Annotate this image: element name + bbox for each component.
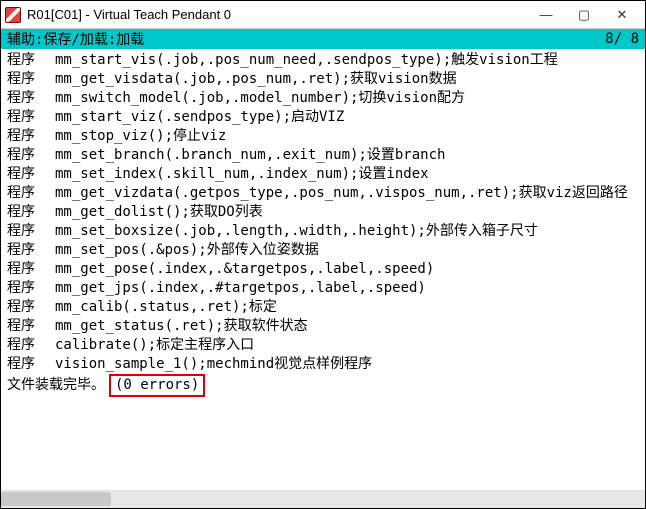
code-line[interactable]: 程序mm_get_status(.ret);获取软件状态 — [7, 317, 639, 336]
code-line[interactable]: 程序mm_get_jps(.index,.#targetpos,.label,.… — [7, 279, 639, 298]
line-tag: 程序 — [7, 165, 55, 184]
line-tag: 程序 — [7, 260, 55, 279]
code-line[interactable]: 程序mm_set_index(.skill_num,.index_num);设置… — [7, 165, 639, 184]
line-tag: 程序 — [7, 51, 55, 70]
app-icon — [5, 7, 21, 23]
line-tag: 程序 — [7, 241, 55, 260]
line-content: mm_stop_viz();停止viz — [55, 127, 226, 146]
code-line[interactable]: 程序calibrate();标定主程序入口 — [7, 336, 639, 355]
window-title: R01[C01] - Virtual Teach Pendant 0 — [27, 7, 527, 22]
line-content: mm_set_branch(.branch_num,.exit_num);设置b… — [55, 146, 445, 165]
line-tag: 程序 — [7, 203, 55, 222]
line-content: mm_set_index(.skill_num,.index_num);设置in… — [55, 165, 429, 184]
code-area[interactable]: 程序mm_start_vis(.job,.pos_num_need,.sendp… — [1, 49, 645, 490]
line-tag: 程序 — [7, 89, 55, 108]
line-tag: 程序 — [7, 222, 55, 241]
line-content: mm_get_dolist();获取DO列表 — [55, 203, 263, 222]
line-tag: 程序 — [7, 108, 55, 127]
line-tag: 程序 — [7, 70, 55, 89]
status-bar: 辅助:保存/加载:加载 8/ 8 — [1, 29, 645, 49]
app-window: R01[C01] - Virtual Teach Pendant 0 — ▢ ✕… — [0, 0, 646, 509]
line-tag: 程序 — [7, 279, 55, 298]
line-tag: 程序 — [7, 298, 55, 317]
code-line[interactable]: 程序mm_stop_viz();停止viz — [7, 127, 639, 146]
line-tag: 程序 — [7, 317, 55, 336]
code-line[interactable]: 程序mm_set_boxsize(.job,.length,.width,.he… — [7, 222, 639, 241]
status-text: 辅助:保存/加载:加载 — [7, 29, 605, 49]
code-line[interactable]: 程序mm_get_dolist();获取DO列表 — [7, 203, 639, 222]
close-button[interactable]: ✕ — [603, 3, 641, 27]
line-content: mm_get_pose(.index,.&targetpos,.label,.s… — [55, 260, 434, 279]
code-line[interactable]: 程序mm_calib(.status,.ret);标定 — [7, 298, 639, 317]
error-count-box: (0 errors) — [109, 374, 205, 397]
line-content: mm_switch_model(.job,.model_number);切换vi… — [55, 89, 465, 108]
horizontal-scrollbar[interactable] — [1, 490, 645, 508]
line-tag: 程序 — [7, 336, 55, 355]
line-content: vision_sample_1();mechmind视觉点样例程序 — [55, 355, 372, 374]
code-line[interactable]: 程序vision_sample_1();mechmind视觉点样例程序 — [7, 355, 639, 374]
load-complete-text: 文件装载完毕。 — [7, 376, 105, 395]
line-content: mm_get_vizdata(.getpos_type,.pos_num,.vi… — [55, 184, 628, 203]
code-line[interactable]: 程序mm_get_vizdata(.getpos_type,.pos_num,.… — [7, 184, 639, 203]
line-tag: 程序 — [7, 146, 55, 165]
line-content: mm_set_pos(.&pos);外部传入位姿数据 — [55, 241, 319, 260]
title-bar[interactable]: R01[C01] - Virtual Teach Pendant 0 — ▢ ✕ — [1, 1, 645, 29]
line-content: mm_get_jps(.index,.#targetpos,.label,.sp… — [55, 279, 426, 298]
line-tag: 程序 — [7, 184, 55, 203]
code-line[interactable]: 程序mm_get_pose(.index,.&targetpos,.label,… — [7, 260, 639, 279]
line-content: mm_calib(.status,.ret);标定 — [55, 298, 277, 317]
code-line[interactable]: 程序mm_start_viz(.sendpos_type);启动VIZ — [7, 108, 639, 127]
line-content: mm_get_status(.ret);获取软件状态 — [55, 317, 308, 336]
load-complete-line: 文件装载完毕。 (0 errors) — [7, 374, 639, 397]
line-tag: 程序 — [7, 355, 55, 374]
code-line[interactable]: 程序mm_set_branch(.branch_num,.exit_num);设… — [7, 146, 639, 165]
line-content: calibrate();标定主程序入口 — [55, 336, 254, 355]
line-content: mm_start_viz(.sendpos_type);启动VIZ — [55, 108, 344, 127]
line-content: mm_set_boxsize(.job,.length,.width,.heig… — [55, 222, 538, 241]
status-counter: 8/ 8 — [605, 31, 639, 47]
code-line[interactable]: 程序mm_start_vis(.job,.pos_num_need,.sendp… — [7, 51, 639, 70]
line-content: mm_get_visdata(.job,.pos_num,.ret);获取vis… — [55, 70, 457, 89]
line-content: mm_start_vis(.job,.pos_num_need,.sendpos… — [55, 51, 558, 70]
code-line[interactable]: 程序mm_set_pos(.&pos);外部传入位姿数据 — [7, 241, 639, 260]
minimize-button[interactable]: — — [527, 3, 565, 27]
scrollbar-thumb[interactable] — [1, 492, 111, 506]
code-line[interactable]: 程序mm_get_visdata(.job,.pos_num,.ret);获取v… — [7, 70, 639, 89]
code-line[interactable]: 程序mm_switch_model(.job,.model_number);切换… — [7, 89, 639, 108]
line-tag: 程序 — [7, 127, 55, 146]
maximize-button[interactable]: ▢ — [565, 3, 603, 27]
